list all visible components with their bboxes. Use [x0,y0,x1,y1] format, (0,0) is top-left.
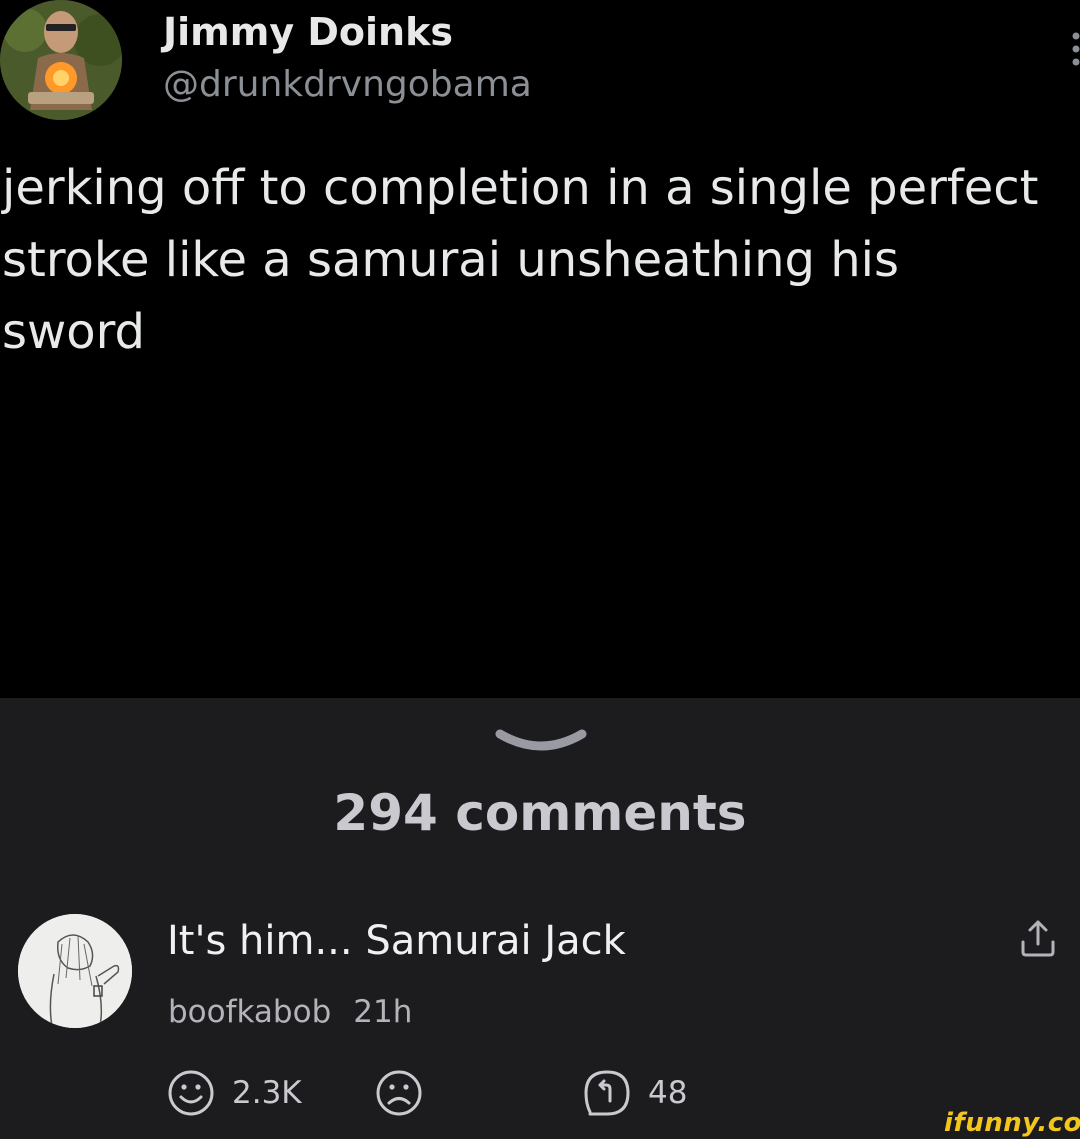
smile-button[interactable]: 2.3K [166,1068,302,1118]
frown-icon [376,1070,422,1116]
comment-text: It's him... Samurai Jack [167,918,626,964]
share-icon[interactable] [1018,918,1058,958]
tweet-card: Jimmy Doinks @drunkdrvngobama jerking of… [0,0,1080,698]
frown-button[interactable] [374,1068,424,1118]
tweet-author-handle[interactable]: @drunkdrvngobama [163,64,532,105]
comments-count-heading: 294 comments [333,784,747,842]
comment-meta: boofkabob 21h [168,994,412,1030]
chevron-down-icon[interactable] [494,726,588,756]
smile-icon [168,1070,214,1116]
reply-button[interactable]: 48 [582,1068,687,1118]
reply-icon [584,1070,630,1116]
smile-count: 2.3K [232,1075,302,1111]
more-vertical-icon[interactable] [1068,30,1080,70]
tweet-text: jerking off to completion in a single pe… [2,160,1039,360]
reply-count: 48 [648,1075,688,1111]
tweet-author-name[interactable]: Jimmy Doinks [163,10,453,54]
ifunny-watermark: ifunny.co [944,1108,1080,1138]
comment-timestamp: 21h [353,994,413,1030]
tweet-author-avatar[interactable] [0,0,122,120]
comments-section: 294 comments It's him... Samurai Jack bo… [0,698,1080,1139]
comment-author-avatar[interactable] [18,914,132,1028]
comment-username[interactable]: boofkabob [168,994,331,1030]
